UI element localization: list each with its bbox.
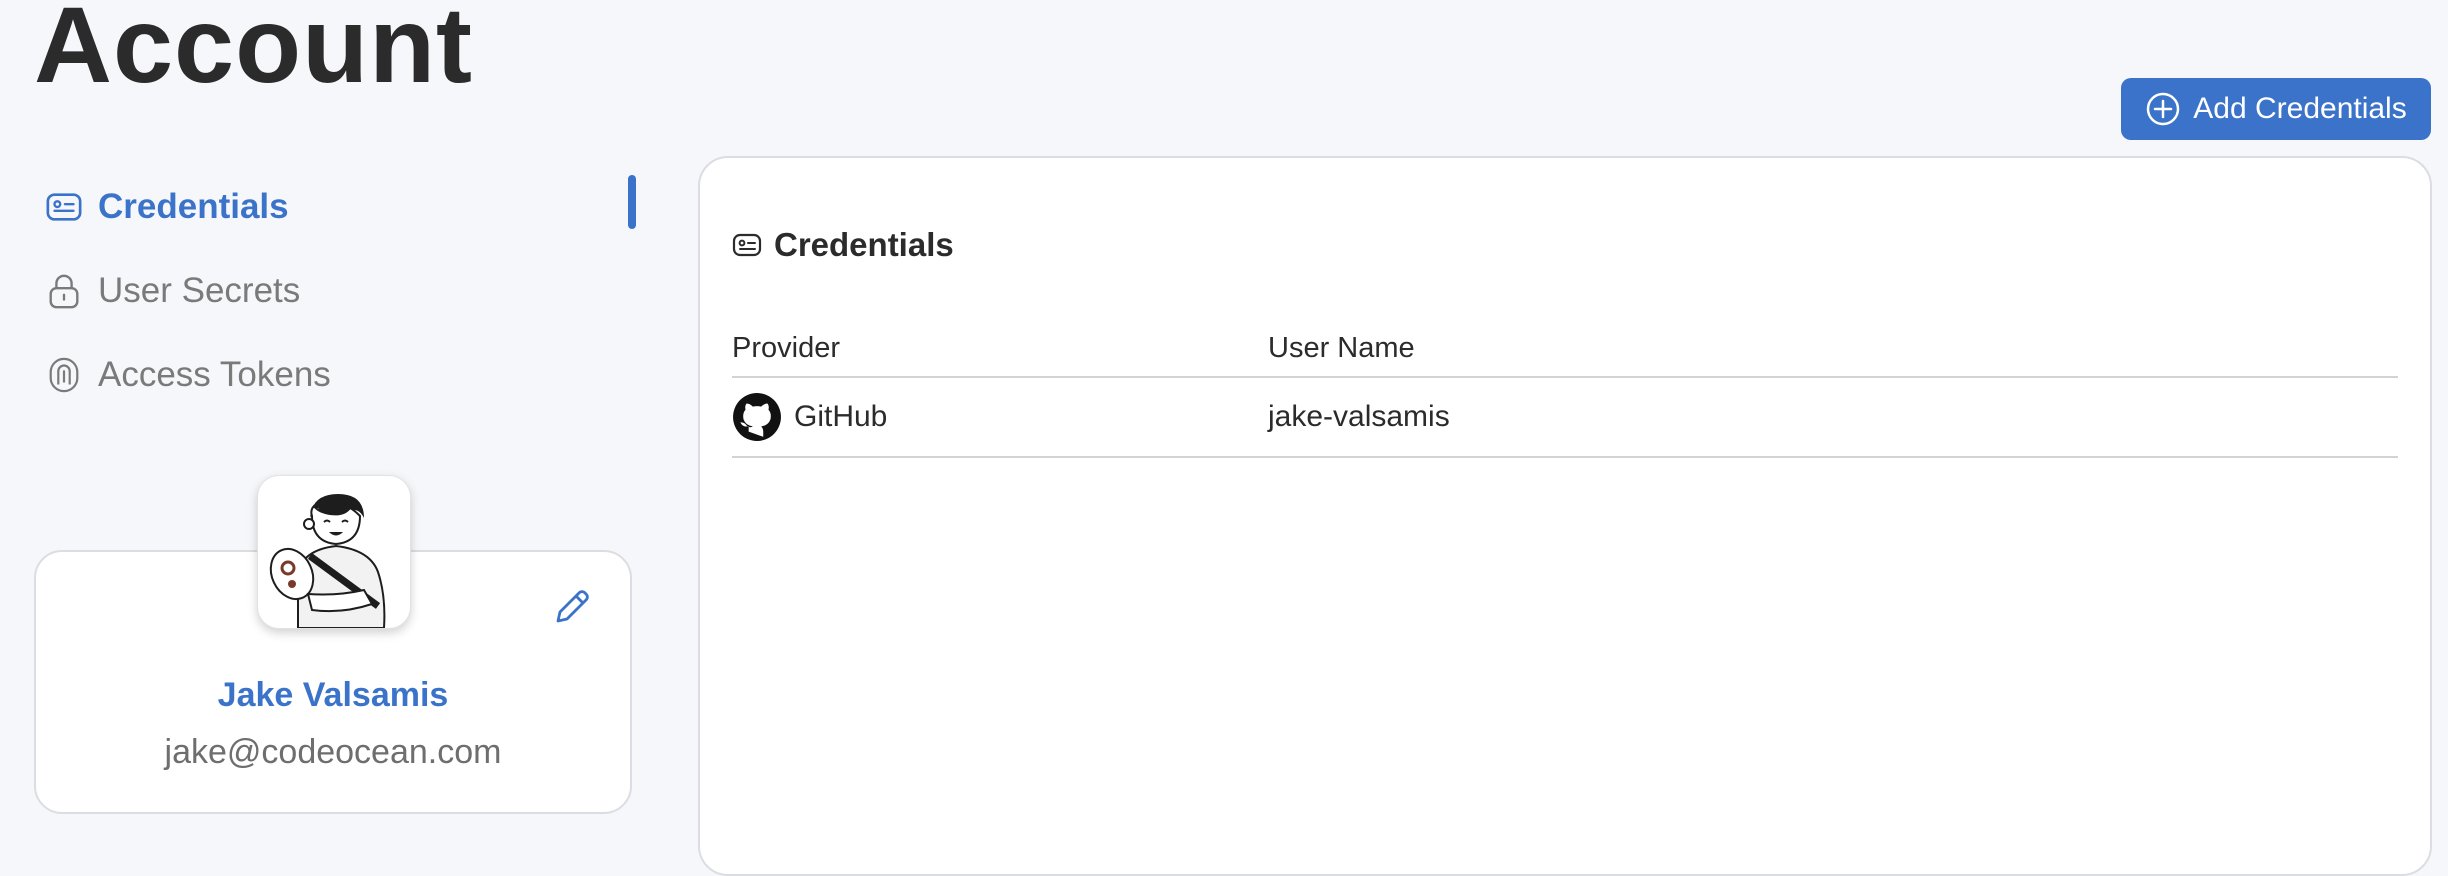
credentials-table: Provider User Name GitHub jake-valsamis [732, 320, 2398, 458]
account-sidebar-nav: Credentials User Secrets Access Tokens [44, 165, 636, 417]
add-credentials-button[interactable]: Add Credentials [2121, 78, 2431, 140]
provider-name: GitHub [794, 400, 888, 433]
username-cell: jake-valsamis [1268, 400, 1450, 433]
id-card-icon [732, 233, 762, 257]
github-icon [733, 393, 781, 441]
column-header-username: User Name [1268, 331, 1415, 364]
active-indicator [628, 175, 636, 229]
table-row[interactable]: GitHub jake-valsamis [732, 378, 2398, 458]
avatar [257, 475, 411, 629]
fingerprint-icon [44, 355, 84, 395]
sidebar-item-label: Credentials [98, 187, 289, 226]
panel-title: Credentials [732, 226, 954, 264]
plus-circle-icon [2147, 92, 2180, 126]
page-title: Account [34, 0, 473, 105]
sidebar-item-access-tokens[interactable]: Access Tokens [44, 333, 634, 417]
sidebar-item-credentials[interactable]: Credentials [44, 165, 636, 249]
sidebar-item-label: User Secrets [98, 271, 301, 310]
provider-cell: GitHub [732, 392, 1268, 442]
profile-email: jake@codeocean.com [164, 733, 502, 771]
add-credentials-label: Add Credentials [2193, 92, 2407, 125]
id-card-icon [44, 187, 84, 227]
table-header-row: Provider User Name [732, 320, 2398, 378]
lock-icon [44, 271, 84, 311]
pencil-icon[interactable] [550, 585, 594, 629]
panel-title-text: Credentials [774, 226, 954, 263]
profile-name: Jake Valsamis [217, 676, 449, 714]
column-header-provider: Provider [732, 331, 840, 364]
sidebar-item-label: Access Tokens [98, 355, 331, 394]
sidebar-item-user-secrets[interactable]: User Secrets [44, 249, 634, 333]
credentials-panel [698, 156, 2432, 876]
